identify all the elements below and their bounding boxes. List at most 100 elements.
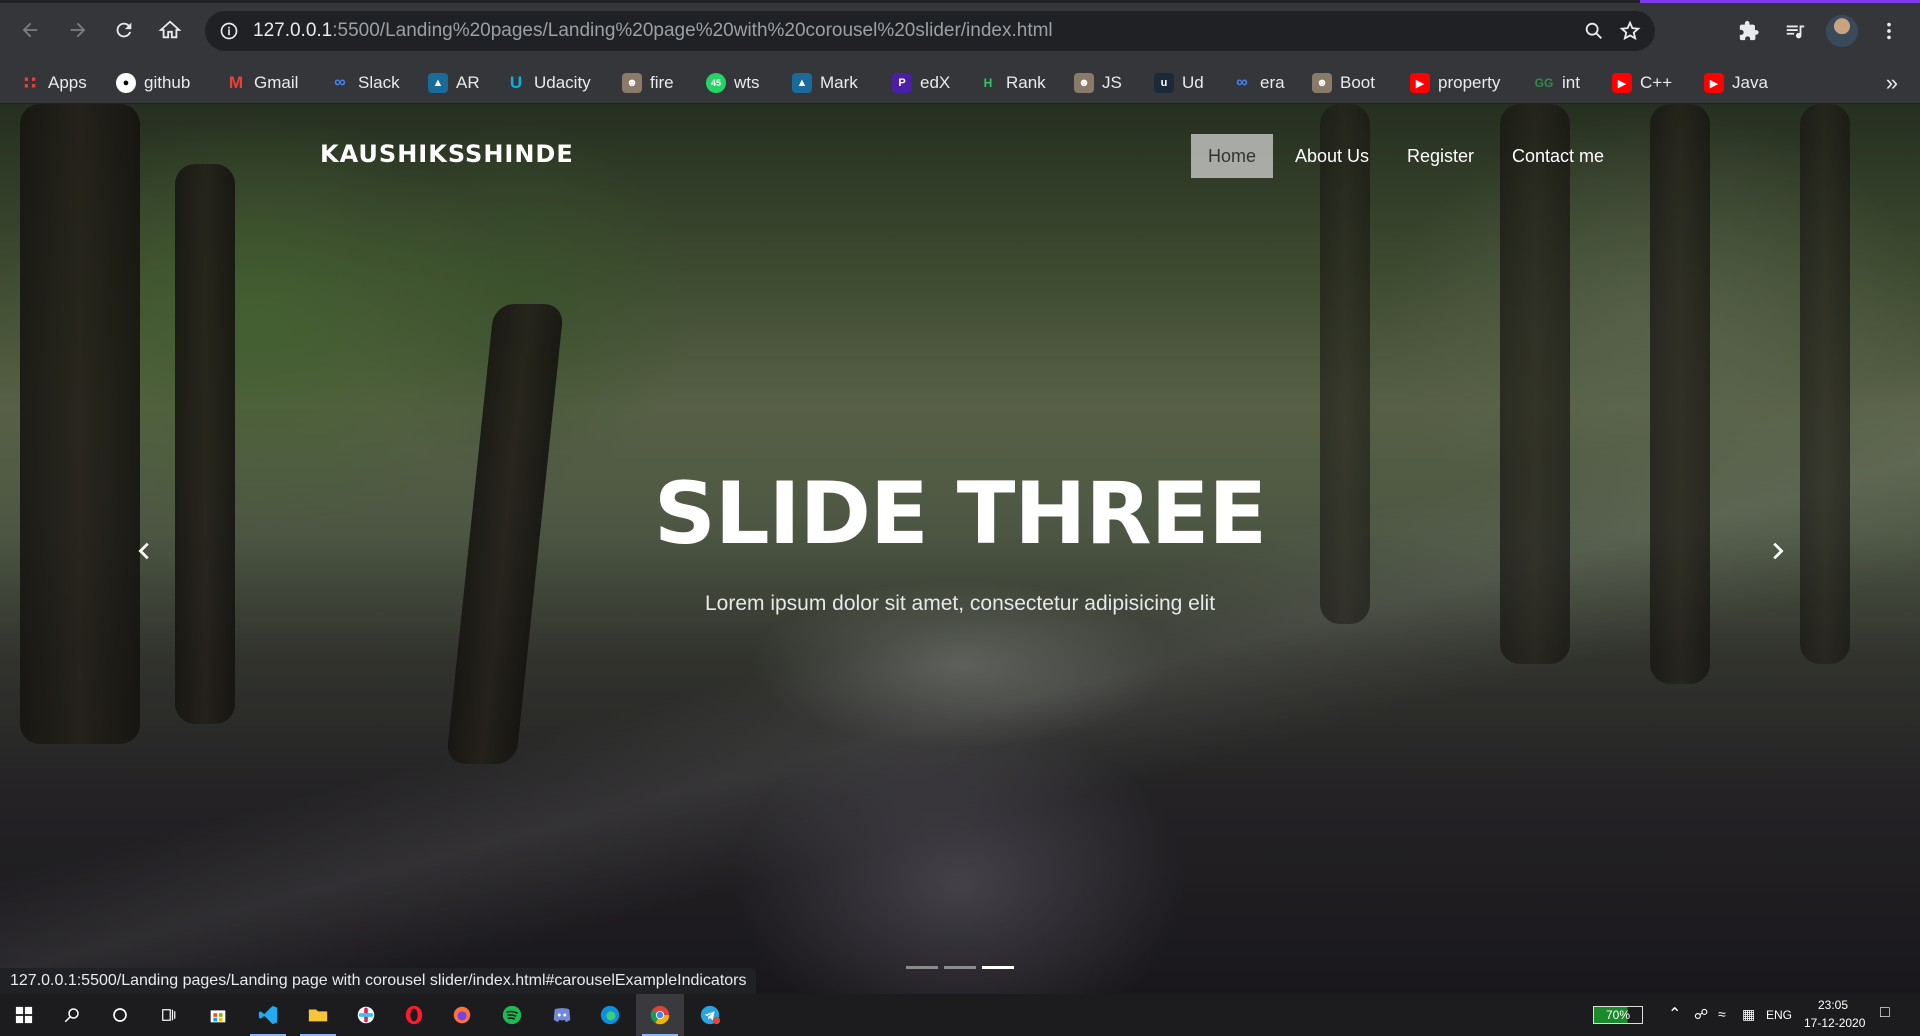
site-info-icon[interactable] [219, 21, 239, 41]
taskbar-chrome[interactable] [636, 994, 684, 1036]
back-arrow-icon [22, 22, 38, 38]
wifi-icon[interactable]: ≈ [1718, 1006, 1726, 1022]
bookmark-mark[interactable]: ▲ Mark [792, 62, 858, 104]
bookmark-label: AR [456, 73, 480, 92]
bookmarks-overflow-icon[interactable]: » [1886, 70, 1898, 96]
bookmark-ud[interactable]: u Ud [1154, 62, 1204, 104]
kebab-menu-icon [1887, 22, 1891, 40]
nav-contact-me[interactable]: Contact me [1495, 134, 1621, 178]
bookmark-label: edX [920, 73, 951, 92]
bookmark-wts[interactable]: 45 wts [706, 62, 760, 104]
carousel-indicators [906, 966, 1014, 969]
taskbar-file-explorer[interactable] [294, 994, 342, 1036]
browser-toolbar: 127.0.0.1:5500/Landing%20pages/Landing%2… [0, 0, 1920, 62]
carousel-next-button[interactable] [1762, 536, 1792, 566]
bookmark-label: era [1260, 73, 1285, 92]
carousel-prev-button[interactable] [130, 536, 160, 566]
task-view-button[interactable] [144, 994, 192, 1036]
taskbar-spotify[interactable] [488, 994, 536, 1036]
bookmark-edx[interactable]: PedX [892, 62, 950, 104]
taskbar-slack[interactable] [342, 994, 390, 1036]
search-button[interactable] [48, 994, 96, 1036]
clock-date[interactable]: 17-12-2020 [1804, 1016, 1865, 1030]
coursera-icon: ∞ [1236, 74, 1248, 91]
bookmark-boot[interactable]: ☻ Boot [1312, 62, 1375, 104]
bookmark-label: Udacity [534, 73, 591, 92]
search-icon [64, 1008, 79, 1023]
profile-avatar[interactable] [1826, 15, 1858, 47]
site-brand[interactable]: KAUSHIKSSHINDE [320, 140, 574, 168]
url-text[interactable]: 127.0.0.1:5500/Landing%20pages/Landing%2… [253, 20, 1053, 42]
forward-arrow-icon [70, 22, 86, 38]
gmail-icon: M [228, 73, 244, 92]
bookmark-cpp[interactable]: ▶ C++ [1612, 62, 1672, 104]
bookmark-udacity[interactable]: U Udacity [506, 62, 591, 104]
language-indicator[interactable]: ENG [1766, 1008, 1792, 1022]
carousel-hero: KAUSHIKSSHINDE Home About Us Register Co… [0, 104, 1920, 994]
cortana-button[interactable] [96, 994, 144, 1036]
nav-register[interactable]: Register [1390, 134, 1491, 178]
bookmark-star-icon[interactable] [1619, 20, 1641, 42]
bookmark-slack[interactable]: ∞ Slack [330, 62, 400, 104]
clock-time[interactable]: 23:05 [1818, 998, 1848, 1012]
bookmark-github[interactable]: ● github [116, 62, 190, 104]
nav-about-us[interactable]: About Us [1278, 134, 1386, 178]
bookmark-int[interactable]: GG int [1534, 62, 1580, 104]
store-icon [210, 1010, 226, 1023]
github-icon: ● [116, 73, 136, 93]
extensions-button[interactable] [1736, 18, 1762, 44]
active-tab-accent [1640, 0, 1920, 3]
bookmark-gmail[interactable]: M Gmail [226, 62, 299, 104]
reload-icon [116, 22, 132, 38]
firefox-icon [453, 1006, 471, 1024]
bookmark-ar[interactable]: ▲ AR [428, 62, 480, 104]
taskbar-store[interactable] [194, 994, 242, 1036]
bookmark-apps[interactable]: ∷ Apps [20, 62, 87, 104]
hackerrank-icon: H [983, 76, 993, 90]
carousel-indicator-2[interactable] [944, 966, 976, 969]
discord-icon [553, 1008, 571, 1022]
device-icon[interactable]: ☍ [1694, 1006, 1708, 1023]
taskbar-opera[interactable] [390, 994, 438, 1036]
start-button[interactable] [0, 994, 48, 1036]
nav-home[interactable]: Home [1191, 134, 1274, 178]
home-icon [159, 20, 181, 39]
carousel-indicator-3[interactable] [982, 966, 1014, 969]
edge-icon [600, 1005, 620, 1025]
bookmark-java[interactable]: ▶ Java [1704, 62, 1768, 104]
notifications-icon[interactable]: □ [1880, 1004, 1890, 1022]
taskbar-discord[interactable] [538, 994, 586, 1036]
taskbar-telegram[interactable] [686, 994, 734, 1036]
carousel-indicator-1[interactable] [906, 966, 938, 969]
home-button[interactable] [154, 14, 186, 46]
bookmark-era[interactable]: ∞ era [1232, 62, 1285, 104]
taskbar-firefox[interactable] [438, 994, 486, 1036]
bookmark-property[interactable]: ▶ property [1410, 62, 1500, 104]
reload-button[interactable] [108, 14, 140, 46]
spotify-icon [502, 1005, 522, 1025]
taskbar-vscode[interactable] [244, 994, 292, 1036]
battery-indicator[interactable]: 70% [1593, 1006, 1643, 1024]
zoom-icon[interactable] [1583, 20, 1605, 42]
address-bar[interactable]: 127.0.0.1:5500/Landing%20pages/Landing%2… [205, 11, 1655, 51]
puzzle-icon [1739, 20, 1759, 41]
task-view-icon [162, 1009, 176, 1021]
bookmark-fire[interactable]: ☻ fire [622, 62, 674, 104]
media-controls-button[interactable] [1782, 18, 1808, 44]
edx-icon: P [892, 73, 912, 93]
apps-grid-icon: ∷ [23, 72, 37, 93]
slide-title: SLIDE THREE [653, 464, 1267, 564]
taskbar-edge[interactable] [586, 994, 634, 1036]
bookmark-js[interactable]: ☻ JS [1074, 62, 1122, 104]
forward-button[interactable] [62, 14, 94, 46]
avatar-icon: ☻ [1312, 73, 1332, 93]
menu-button[interactable] [1876, 18, 1902, 44]
bookmark-rank[interactable]: H Rank [978, 62, 1046, 104]
bookmark-label: Slack [358, 73, 400, 92]
avatar-icon: ☻ [1074, 73, 1094, 93]
tray-overflow-icon[interactable]: ⌃ [1668, 1004, 1681, 1024]
vscode-icon [258, 1005, 278, 1025]
battery-icon[interactable]: ▦ [1742, 1006, 1755, 1023]
bookmark-label: C++ [1640, 73, 1673, 92]
back-button[interactable] [14, 14, 46, 46]
